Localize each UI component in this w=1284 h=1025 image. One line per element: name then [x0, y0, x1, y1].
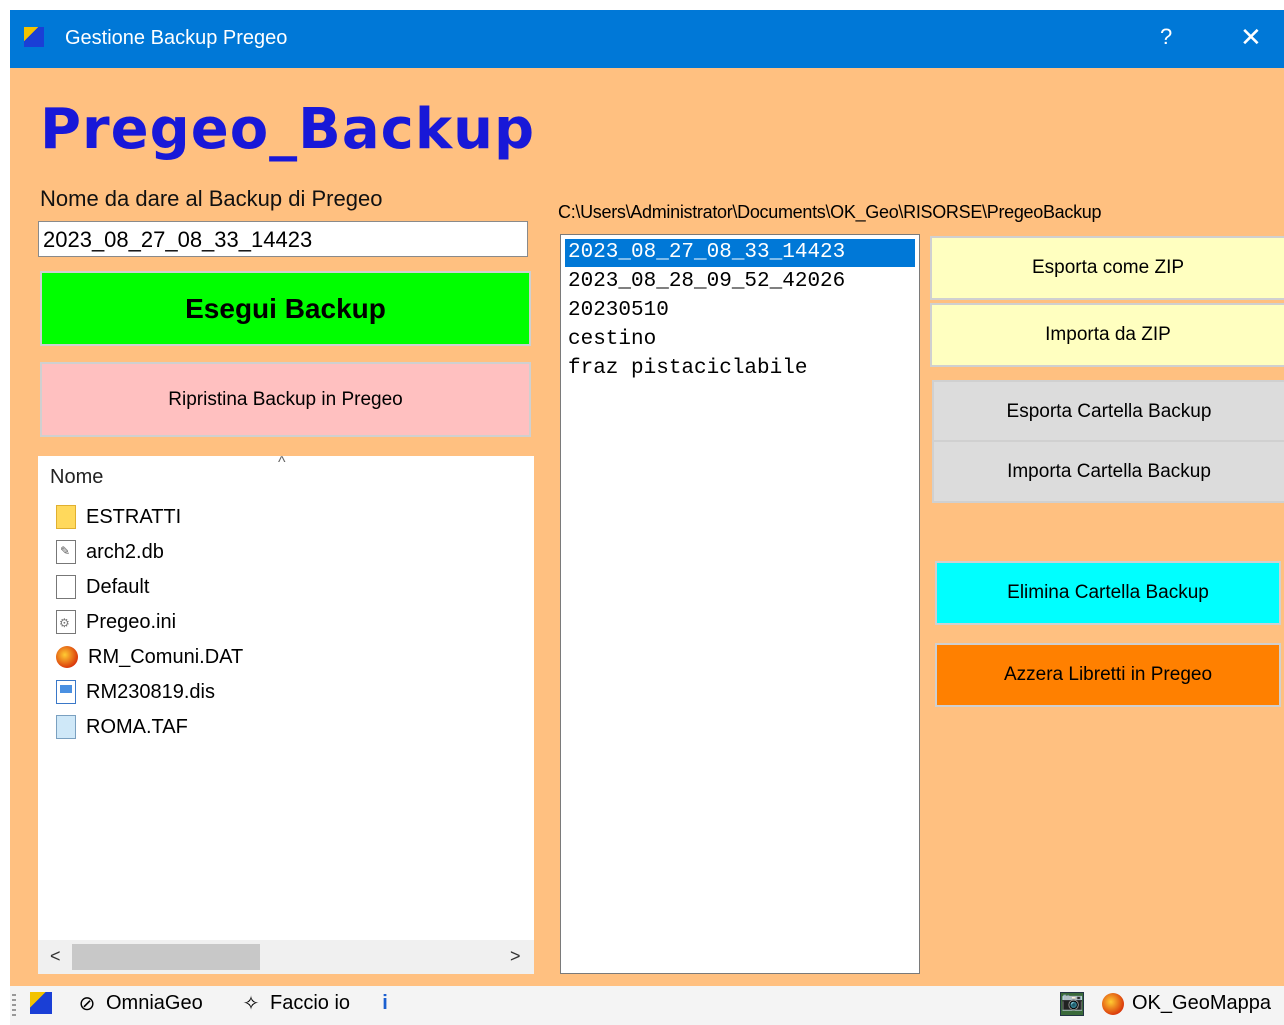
file-item[interactable]: RM_Comuni.DAT [56, 642, 243, 672]
importa-cartella-button[interactable]: Importa Cartella Backup [932, 440, 1284, 503]
app-icon [30, 992, 52, 1014]
ok-geomappa-label: OK_GeoMappa [1132, 992, 1271, 1014]
file-name: RM_Comuni.DAT [88, 645, 244, 668]
file-name: ESTRATTI [86, 505, 182, 528]
scrollbar-thumb[interactable] [72, 944, 260, 970]
file-item[interactable]: Pregeo.ini [56, 607, 176, 637]
file-item[interactable]: ROMA.TAF [56, 712, 188, 742]
faccio-io-label: Faccio io [270, 992, 351, 1014]
backup-name-label: Nome da dare al Backup di Pregeo [40, 186, 383, 211]
title-bar: Gestione Backup Pregeo ? ✕ [10, 10, 1284, 68]
azzera-libretti-button[interactable]: Azzera Libretti in Pregeo [935, 643, 1281, 707]
file-item[interactable]: ESTRATTI [56, 502, 181, 532]
file-explorer: ^ Nome ESTRATTI arch2.db Default Pregeo.… [38, 454, 534, 974]
backup-path-label: C:\Users\Administrator\Documents\OK_Geo\… [558, 202, 1102, 222]
file-name: Default [86, 575, 150, 598]
close-icon[interactable]: ✕ [1240, 22, 1262, 53]
ripristina-backup-button[interactable]: Ripristina Backup in Pregeo [40, 362, 531, 437]
scroll-right-icon[interactable]: > [510, 946, 521, 967]
esporta-cartella-button[interactable]: Esporta Cartella Backup [932, 380, 1284, 443]
magic-wand-icon: ✧ [242, 992, 260, 1015]
scroll-left-icon[interactable]: < [50, 946, 61, 967]
elimina-cartella-button[interactable]: Elimina Cartella Backup [935, 561, 1281, 625]
backup-listbox[interactable]: 2023_08_27_08_33_14423 2023_08_28_09_52_… [560, 234, 920, 974]
column-header-name[interactable]: Nome [50, 466, 103, 489]
settings-file-icon [56, 610, 76, 634]
omniageo-label: OmniaGeo [106, 992, 203, 1014]
folder-icon [56, 505, 76, 529]
page-title: Pregeo_Backup [40, 97, 536, 162]
satellite-icon: ⊘ [78, 992, 96, 1015]
image-file-icon [56, 680, 76, 704]
toolbar-grip[interactable] [12, 994, 16, 1016]
app-icon [24, 27, 44, 47]
file-name: ROMA.TAF [86, 715, 188, 738]
file-item[interactable]: Default [56, 572, 149, 602]
dat-file-icon [56, 646, 78, 668]
file-item[interactable]: arch2.db [56, 537, 164, 567]
window-title: Gestione Backup Pregeo [65, 27, 288, 49]
main-window: Gestione Backup Pregeo ? ✕ Pregeo_Backup… [10, 10, 1284, 1025]
esegui-backup-button[interactable]: Esegui Backup [40, 271, 531, 346]
file-icon [56, 575, 76, 599]
camera-button[interactable] [1060, 991, 1092, 1016]
camera-icon [1060, 991, 1084, 1016]
info-icon: i [382, 992, 388, 1014]
omniageo-button[interactable]: ⊘ OmniaGeo [76, 992, 203, 1015]
list-item[interactable]: 2023_08_28_09_52_42026 [565, 268, 915, 296]
importa-zip-button[interactable]: Importa da ZIP [930, 303, 1284, 367]
ok-geomappa-button[interactable]: OK_GeoMappa [1102, 992, 1271, 1015]
list-item[interactable]: 2023_08_27_08_33_14423 [565, 239, 915, 267]
geomappa-icon [1102, 992, 1124, 1015]
file-name: arch2.db [86, 540, 164, 563]
file-name: RM230819.dis [86, 680, 215, 703]
sort-ascending-icon: ^ [278, 454, 286, 471]
backup-name-input[interactable]: 2023_08_27_08_33_14423 [38, 221, 528, 257]
info-button[interactable]: i [374, 992, 404, 1014]
list-item[interactable]: 20230510 [565, 297, 915, 325]
list-item[interactable]: fraz pistaciclabile [565, 355, 915, 383]
taf-file-icon [56, 715, 76, 739]
help-button[interactable]: ? [1160, 24, 1172, 50]
status-bar: ⊘ OmniaGeo ✧ Faccio io i OK_GeoMappa [10, 986, 1284, 1025]
app-icon-button[interactable] [30, 992, 60, 1014]
faccio-io-button[interactable]: ✧ Faccio io [240, 992, 350, 1015]
file-item[interactable]: RM230819.dis [56, 677, 215, 707]
db-file-icon [56, 540, 76, 564]
esporta-zip-button[interactable]: Esporta come ZIP [930, 236, 1284, 300]
file-name: Pregeo.ini [86, 610, 177, 633]
list-item[interactable]: cestino [565, 326, 915, 354]
horizontal-scrollbar[interactable]: < > [38, 940, 534, 974]
